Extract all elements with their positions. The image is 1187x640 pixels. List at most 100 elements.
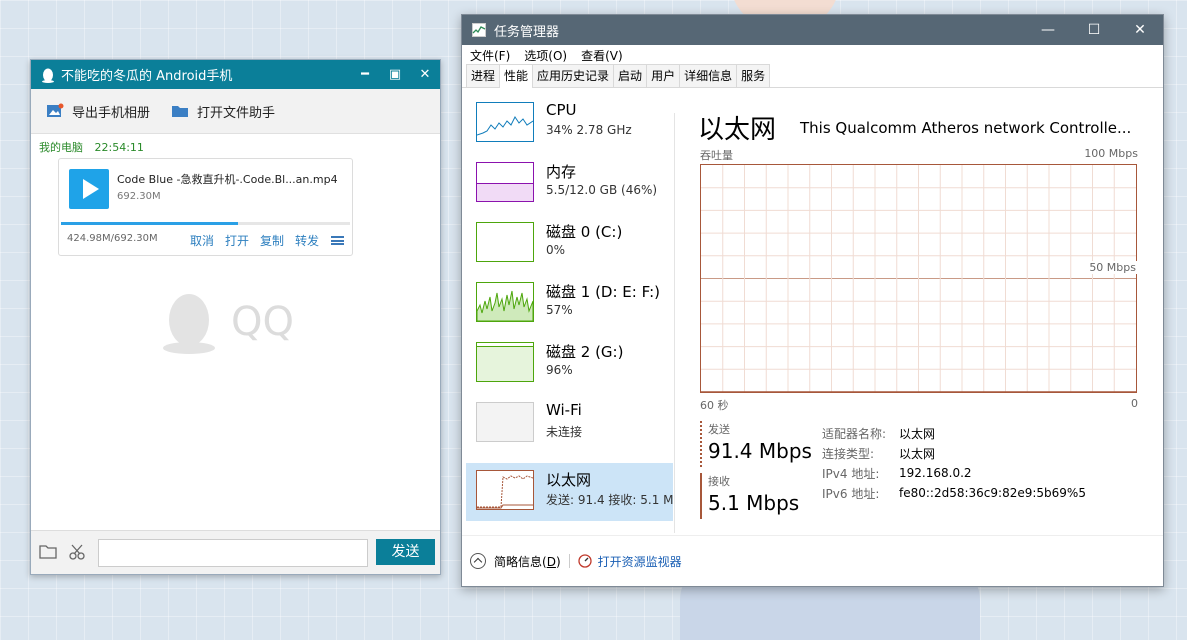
message-sender: 我的电脑 (39, 141, 83, 154)
qq-window-title: 不能吃的冬瓜的 Android手机 (61, 69, 233, 84)
resource-sub: 5.5/12.0 GB (46%) (546, 183, 658, 197)
prop-row: 适配器名称: 以太网 (822, 423, 1086, 443)
tm-minimize-button[interactable]: — (1025, 22, 1071, 38)
send-label: 发送 (708, 423, 730, 436)
fewer-details-link[interactable]: 简略信息(D) (494, 553, 561, 570)
file-size: 692.30M (117, 191, 161, 202)
tm-footer: 简略信息(D) 打开资源监视器 (462, 535, 1163, 586)
send-file-folder-icon[interactable] (39, 544, 57, 559)
prop-row: IPv4 地址: 192.168.0.2 (822, 463, 1086, 483)
qq-toolbar: 导出手机相册 打开文件助手 (31, 89, 440, 134)
prop-row: IPv6 地址: fe80::2d58:36c9:82e9:5b69%5 (822, 483, 1086, 503)
task-manager-window: 任务管理器 — ☐ ✕ 文件(F) 选项(O) 查看(V) 进程 性能 应用历史… (461, 14, 1164, 587)
transfer-progress-bar (61, 222, 350, 225)
prop-value: 192.168.0.2 (899, 466, 972, 480)
wifi-thumbnail (476, 402, 534, 442)
close-button[interactable]: ✕ (410, 67, 440, 82)
qq-watermark: QQ (161, 290, 294, 354)
fewer-details-chevron-icon[interactable] (470, 553, 486, 569)
screenshot-scissors-icon[interactable] (68, 543, 86, 561)
video-play-icon[interactable] (69, 169, 109, 209)
cancel-link[interactable]: 取消 (190, 232, 214, 249)
pane-divider (674, 113, 675, 533)
resource-ethernet[interactable]: 以太网 发送: 91.4 接收: 5.1 M (466, 463, 674, 521)
forward-link[interactable]: 转发 (295, 232, 319, 249)
qq-penguin-watermark-icon (163, 294, 215, 354)
resource-wifi[interactable]: Wi-Fi 未连接 (466, 395, 673, 453)
resource-sub: 96% (546, 363, 573, 377)
resource-monitor-icon (577, 554, 592, 568)
prop-key: IPv4 地址: (822, 466, 880, 481)
qq-titlebar: 不能吃的冬瓜的 Android手机 ━ ▣ ✕ (31, 60, 440, 89)
tab-app-history[interactable]: 应用历史记录 (532, 64, 615, 87)
prop-value: 以太网 (899, 446, 936, 461)
open-file-helper-button[interactable]: 打开文件助手 (171, 102, 275, 121)
open-link[interactable]: 打开 (225, 232, 249, 249)
open-file-helper-label: 打开文件助手 (197, 105, 276, 121)
tab-details[interactable]: 详细信息 (679, 64, 738, 87)
disk0-thumbnail (476, 222, 534, 262)
resource-sub: 发送: 91.4 接收: 5.1 M (546, 493, 674, 507)
disk1-thumbnail (476, 282, 534, 322)
cpu-thumbnail (476, 102, 534, 142)
resource-sub: 34% 2.78 GHz (546, 123, 632, 137)
resource-name: 磁盘 1 (D: E: F:) (546, 283, 660, 301)
throughput-graph-svg (701, 165, 1136, 393)
memory-thumbnail (476, 162, 534, 202)
minimize-button[interactable]: ━ (350, 67, 380, 82)
tab-startup[interactable]: 启动 (613, 64, 648, 87)
send-stat: 发送 91.4 Mbps (700, 421, 812, 467)
resource-sub: 57% (546, 303, 573, 317)
ethernet-thumbnail (476, 470, 534, 510)
resource-name: CPU (546, 101, 577, 119)
resource-name: 磁盘 2 (G:) (546, 343, 624, 361)
prop-value: fe80::2d58:36c9:82e9:5b69%5 (899, 486, 1086, 500)
resource-disk0[interactable]: 磁盘 0 (C:) 0% (466, 215, 673, 273)
graph-mid-label: 50 Mbps (1087, 261, 1138, 274)
copy-link[interactable]: 复制 (260, 232, 284, 249)
throughput-graph (700, 164, 1137, 393)
export-album-label: 导出手机相册 (72, 105, 151, 121)
resource-cpu[interactable]: CPU 34% 2.78 GHz (466, 95, 673, 153)
prop-key: 适配器名称: (822, 426, 887, 441)
more-menu-icon[interactable] (331, 236, 344, 245)
send-button[interactable]: 发送 (376, 539, 435, 565)
transfer-progress-text: 424.98M/692.30M (67, 233, 158, 244)
prop-value: 以太网 (899, 426, 936, 441)
transfer-progress-fill (61, 222, 239, 225)
resource-memory[interactable]: 内存 5.5/12.0 GB (46%) (466, 155, 673, 213)
disk2-thumbnail (476, 342, 534, 382)
task-manager-app-icon (472, 23, 486, 37)
tm-titlebar: 任务管理器 — ☐ ✕ (462, 15, 1163, 45)
qq-penguin-icon (42, 68, 54, 83)
tm-menubar: 文件(F) 选项(O) 查看(V) (462, 45, 1163, 65)
resource-name: Wi-Fi (546, 401, 582, 419)
menu-options[interactable]: 选项(O) (524, 47, 567, 64)
tab-processes[interactable]: 进程 (466, 64, 501, 87)
message-input[interactable] (98, 539, 368, 567)
qq-input-bar: 发送 (31, 530, 440, 574)
send-value: 91.4 Mbps (708, 439, 812, 463)
maximize-button[interactable]: ▣ (380, 67, 410, 82)
tab-performance[interactable]: 性能 (499, 64, 534, 88)
receive-label: 接收 (708, 475, 730, 488)
detail-title: 以太网 (698, 115, 777, 145)
qq-window: 不能吃的冬瓜的 Android手机 ━ ▣ ✕ 导出手机相册 打开文件助手 我的… (30, 59, 441, 575)
open-resource-monitor-link[interactable]: 打开资源监视器 (598, 553, 682, 570)
tab-users[interactable]: 用户 (646, 64, 681, 87)
resource-sub: 未连接 (546, 425, 583, 439)
tm-close-button[interactable]: ✕ (1117, 22, 1163, 38)
tm-tabs: 进程 性能 应用历史记录 启动 用户 详细信息 服务 (462, 64, 1163, 88)
resource-disk2[interactable]: 磁盘 2 (G:) 96% (466, 335, 673, 393)
message-meta: 我的电脑 22:54:11 (39, 139, 152, 155)
tab-services[interactable]: 服务 (736, 64, 771, 87)
menu-file[interactable]: 文件(F) (470, 47, 510, 64)
graph-max-label: 100 Mbps (1084, 147, 1138, 160)
tm-window-title: 任务管理器 (494, 24, 560, 40)
tm-maximize-button[interactable]: ☐ (1071, 22, 1117, 38)
menu-view[interactable]: 查看(V) (581, 47, 623, 64)
resource-disk1[interactable]: 磁盘 1 (D: E: F:) 57% (466, 275, 673, 333)
export-album-button[interactable]: 导出手机相册 (46, 102, 150, 121)
folder-icon (172, 106, 189, 117)
message-time: 22:54:11 (94, 141, 144, 154)
